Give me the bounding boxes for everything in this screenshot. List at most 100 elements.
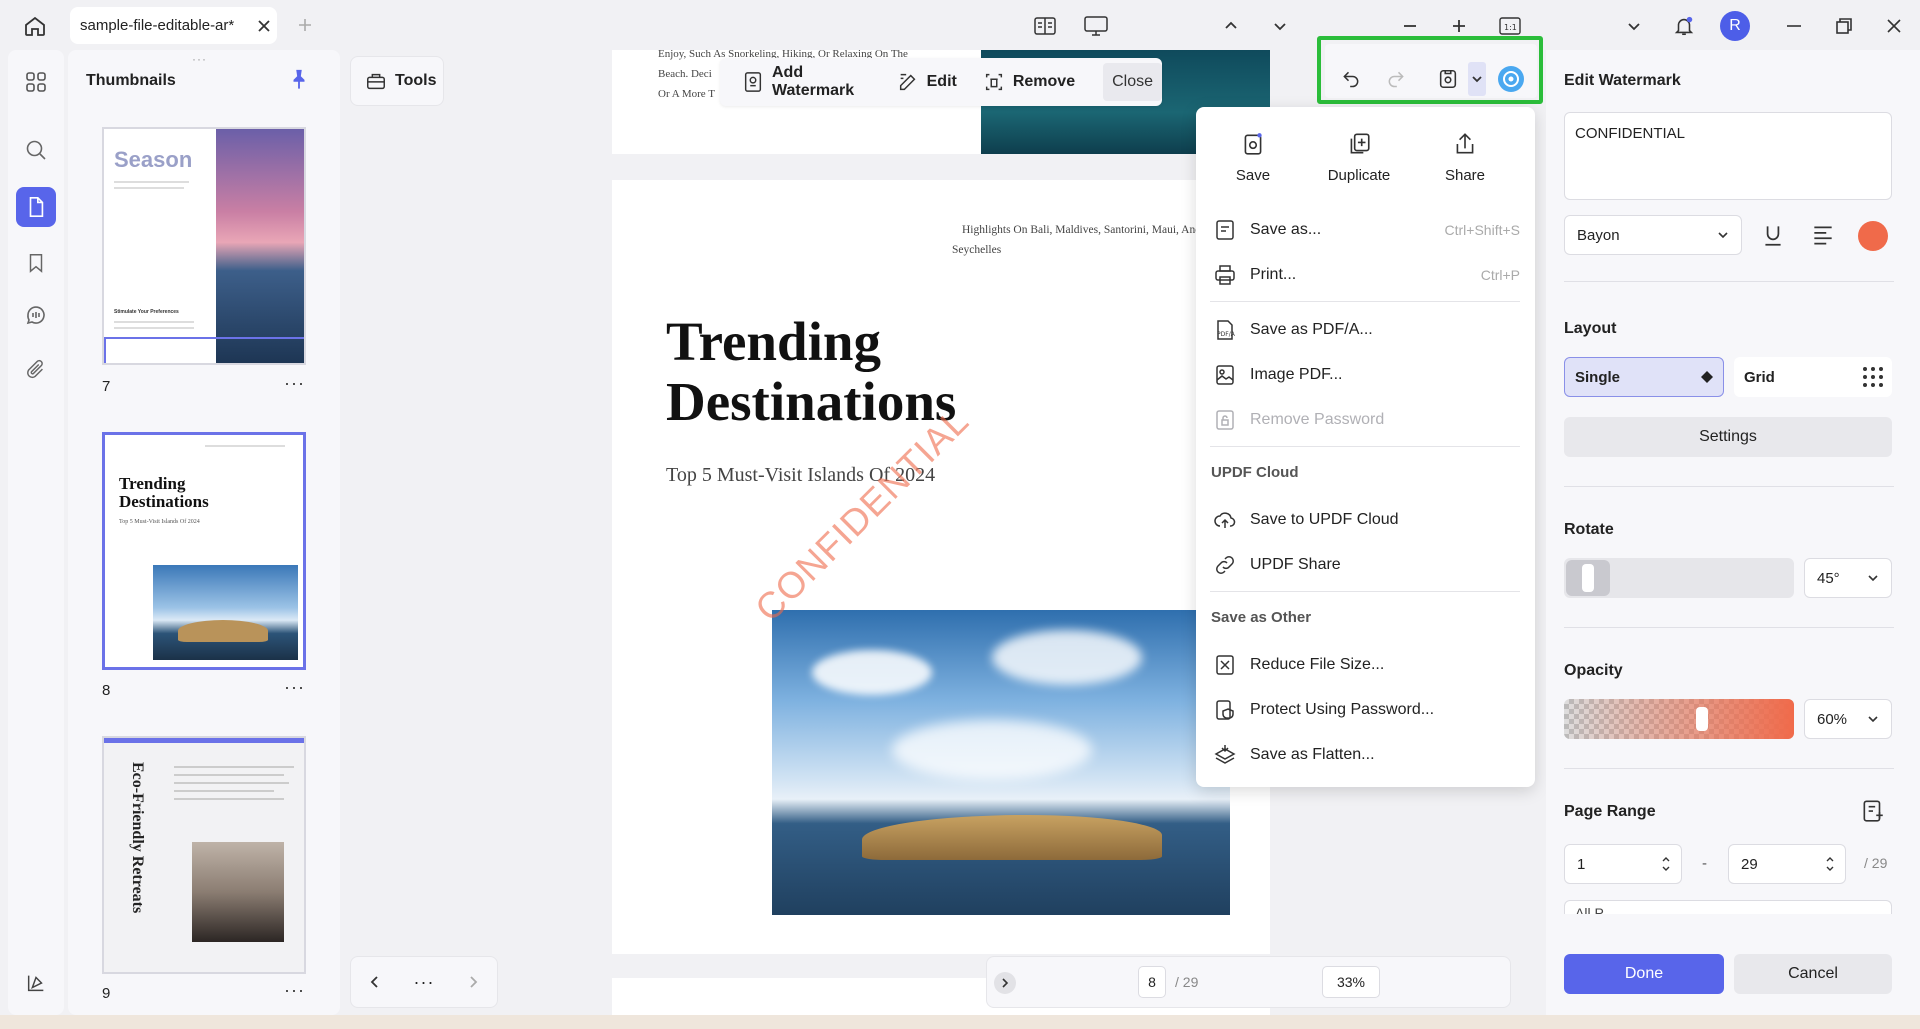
document-tab-title: sample-file-editable-ar* — [80, 17, 235, 34]
thumbnail-more-button[interactable]: ··· — [284, 677, 305, 698]
layout-single-option[interactable]: Single — [1564, 357, 1724, 397]
rotate-slider[interactable] — [1564, 558, 1794, 598]
apps-grid-icon[interactable] — [16, 62, 56, 102]
minimize-icon[interactable] — [1778, 10, 1810, 42]
thumbnails-icon[interactable] — [16, 187, 56, 227]
thumbnail-number: 8 — [102, 682, 111, 699]
watermark-text[interactable]: CONFIDENTIAL — [747, 400, 977, 630]
stepper-icon[interactable] — [1825, 854, 1835, 874]
remove-watermark-button[interactable]: Remove — [973, 62, 1085, 102]
menu-item-image-pdf[interactable]: Image PDF... — [1210, 355, 1520, 395]
rotate-value: 45° — [1817, 569, 1840, 587]
save-dropdown-icon[interactable] — [1468, 62, 1486, 96]
opacity-slider-handle[interactable] — [1696, 707, 1708, 731]
add-watermark-button[interactable]: Add Watermark — [732, 62, 881, 102]
page-layout-icon[interactable] — [1031, 12, 1059, 40]
menu-item-label: Image PDF... — [1250, 366, 1343, 383]
thumbnail-more-button[interactable]: ··· — [284, 373, 305, 394]
menu-item-save-pdfa[interactable]: PDF/A Save as PDF/A... — [1210, 310, 1520, 350]
menu-duplicate-button[interactable]: Duplicate — [1314, 131, 1404, 184]
menu-share-button[interactable]: Share — [1420, 131, 1510, 184]
menu-item-label: Save as PDF/A... — [1250, 321, 1373, 338]
underline-icon[interactable] — [1760, 222, 1786, 248]
home-icon[interactable] — [18, 11, 52, 41]
panel-drag-handle[interactable]: ··· — [192, 52, 216, 66]
attachment-icon[interactable] — [16, 350, 56, 390]
zoom-input[interactable]: 33% — [1322, 966, 1380, 998]
menu-item-label: UPDF Share — [1250, 556, 1341, 573]
menu-item-save-cloud[interactable]: Save to UPDF Cloud — [1210, 500, 1520, 540]
ai-assistant-icon[interactable] — [1496, 64, 1526, 94]
menu-item-remove-password[interactable]: Remove Password — [1210, 400, 1520, 440]
thumbnail-more-button[interactable]: ··· — [284, 980, 305, 1001]
undo-icon[interactable] — [1336, 64, 1366, 94]
cancel-button[interactable]: Cancel — [1734, 954, 1892, 994]
thumbnail-page-8[interactable]: Trending Destinations Top 5 Must-Visit I… — [102, 432, 306, 670]
menu-item-save-as[interactable]: Save as... Ctrl+Shift+S — [1210, 210, 1520, 250]
notification-bell-icon[interactable] — [1668, 10, 1700, 42]
align-left-icon[interactable] — [1810, 222, 1836, 248]
menu-item-save-flatten[interactable]: Save as Flatten... — [1210, 735, 1520, 775]
font-select[interactable]: Bayon — [1564, 215, 1742, 255]
page-subset-select[interactable]: All P... — [1564, 900, 1892, 914]
chevron-up-icon[interactable] — [1217, 12, 1245, 40]
edit-watermark-button[interactable]: Edit — [887, 62, 967, 102]
color-swatch[interactable] — [1858, 221, 1888, 251]
done-button[interactable]: Done — [1564, 954, 1724, 994]
chevron-left-icon[interactable] — [367, 974, 383, 990]
thumbnail-page-9[interactable]: Eco-Friendly Retreats — [102, 736, 306, 974]
menu-item-updf-share[interactable]: UPDF Share — [1210, 545, 1520, 585]
menu-save-button[interactable]: Save — [1208, 131, 1298, 184]
search-icon[interactable] — [16, 130, 56, 170]
watermark-text-input[interactable]: CONFIDENTIAL — [1564, 112, 1892, 200]
pin-icon[interactable] — [288, 68, 314, 94]
bookmark-icon[interactable] — [16, 243, 56, 283]
page-range-options-icon[interactable] — [1860, 798, 1888, 826]
close-tab-icon[interactable] — [251, 13, 277, 39]
page-range-from[interactable]: 1 — [1564, 844, 1682, 884]
layout-settings-button[interactable]: Settings — [1564, 417, 1892, 457]
close-watermark-button[interactable]: Close — [1103, 63, 1162, 101]
menu-section-other: Save as Other — [1211, 609, 1312, 626]
chevron-down-icon — [1717, 229, 1729, 241]
presentation-icon[interactable] — [1082, 12, 1110, 40]
zoom-out-icon[interactable] — [1396, 12, 1424, 40]
thumb-8-image — [153, 565, 298, 660]
watermark-toolbar: Add Watermark Edit Remove Close — [720, 58, 1162, 106]
rotate-slider-handle[interactable] — [1582, 564, 1594, 592]
redo-icon[interactable] — [1381, 64, 1411, 94]
save-as-icon — [1210, 215, 1240, 245]
tools-button[interactable]: Tools — [350, 56, 444, 106]
document-tab[interactable]: sample-file-editable-ar* — [70, 7, 277, 44]
opacity-slider[interactable] — [1564, 699, 1794, 739]
menu-item-label: Save as Flatten... — [1250, 746, 1375, 763]
thumb-8-title: Trending Destinations — [119, 474, 209, 511]
thumbnail-page-7[interactable]: Season Stimulate Your Preferences — [102, 127, 306, 365]
layout-grid-option[interactable]: Grid — [1734, 357, 1892, 397]
stepper-icon[interactable] — [1661, 854, 1671, 874]
close-window-icon[interactable] — [1878, 10, 1910, 42]
actual-size-icon[interactable]: 1:1 — [1496, 12, 1524, 40]
menu-item-print[interactable]: Print... Ctrl+P — [1210, 255, 1520, 295]
avatar[interactable]: R — [1720, 11, 1750, 41]
page-nav-more[interactable]: ··· — [414, 972, 435, 993]
opacity-select[interactable]: 60% — [1804, 699, 1892, 739]
page-range-to[interactable]: 29 — [1728, 844, 1846, 884]
chevron-down-icon[interactable] — [1618, 10, 1650, 42]
page-number-input[interactable]: 8 — [1138, 966, 1166, 998]
menu-item-protect-password[interactable]: Protect Using Password... — [1210, 690, 1520, 730]
menu-item-reduce-size[interactable]: Reduce File Size... — [1210, 645, 1520, 685]
chevron-down-icon — [1867, 572, 1879, 584]
zoom-in-icon[interactable] — [1445, 12, 1473, 40]
sidebar-settings-icon[interactable] — [16, 963, 56, 1003]
new-tab-icon[interactable] — [292, 12, 318, 38]
chevron-right-icon[interactable] — [465, 974, 481, 990]
rotate-select[interactable]: 45° — [1804, 558, 1892, 598]
edit-watermark-label: Edit — [926, 73, 957, 90]
chevron-down-icon[interactable] — [1266, 12, 1294, 40]
collapse-toolbar-icon[interactable] — [994, 972, 1016, 994]
comments-icon[interactable] — [16, 295, 56, 335]
restore-icon[interactable] — [1828, 10, 1860, 42]
save-icon[interactable] — [1433, 64, 1463, 94]
opacity-value: 60% — [1817, 710, 1848, 728]
